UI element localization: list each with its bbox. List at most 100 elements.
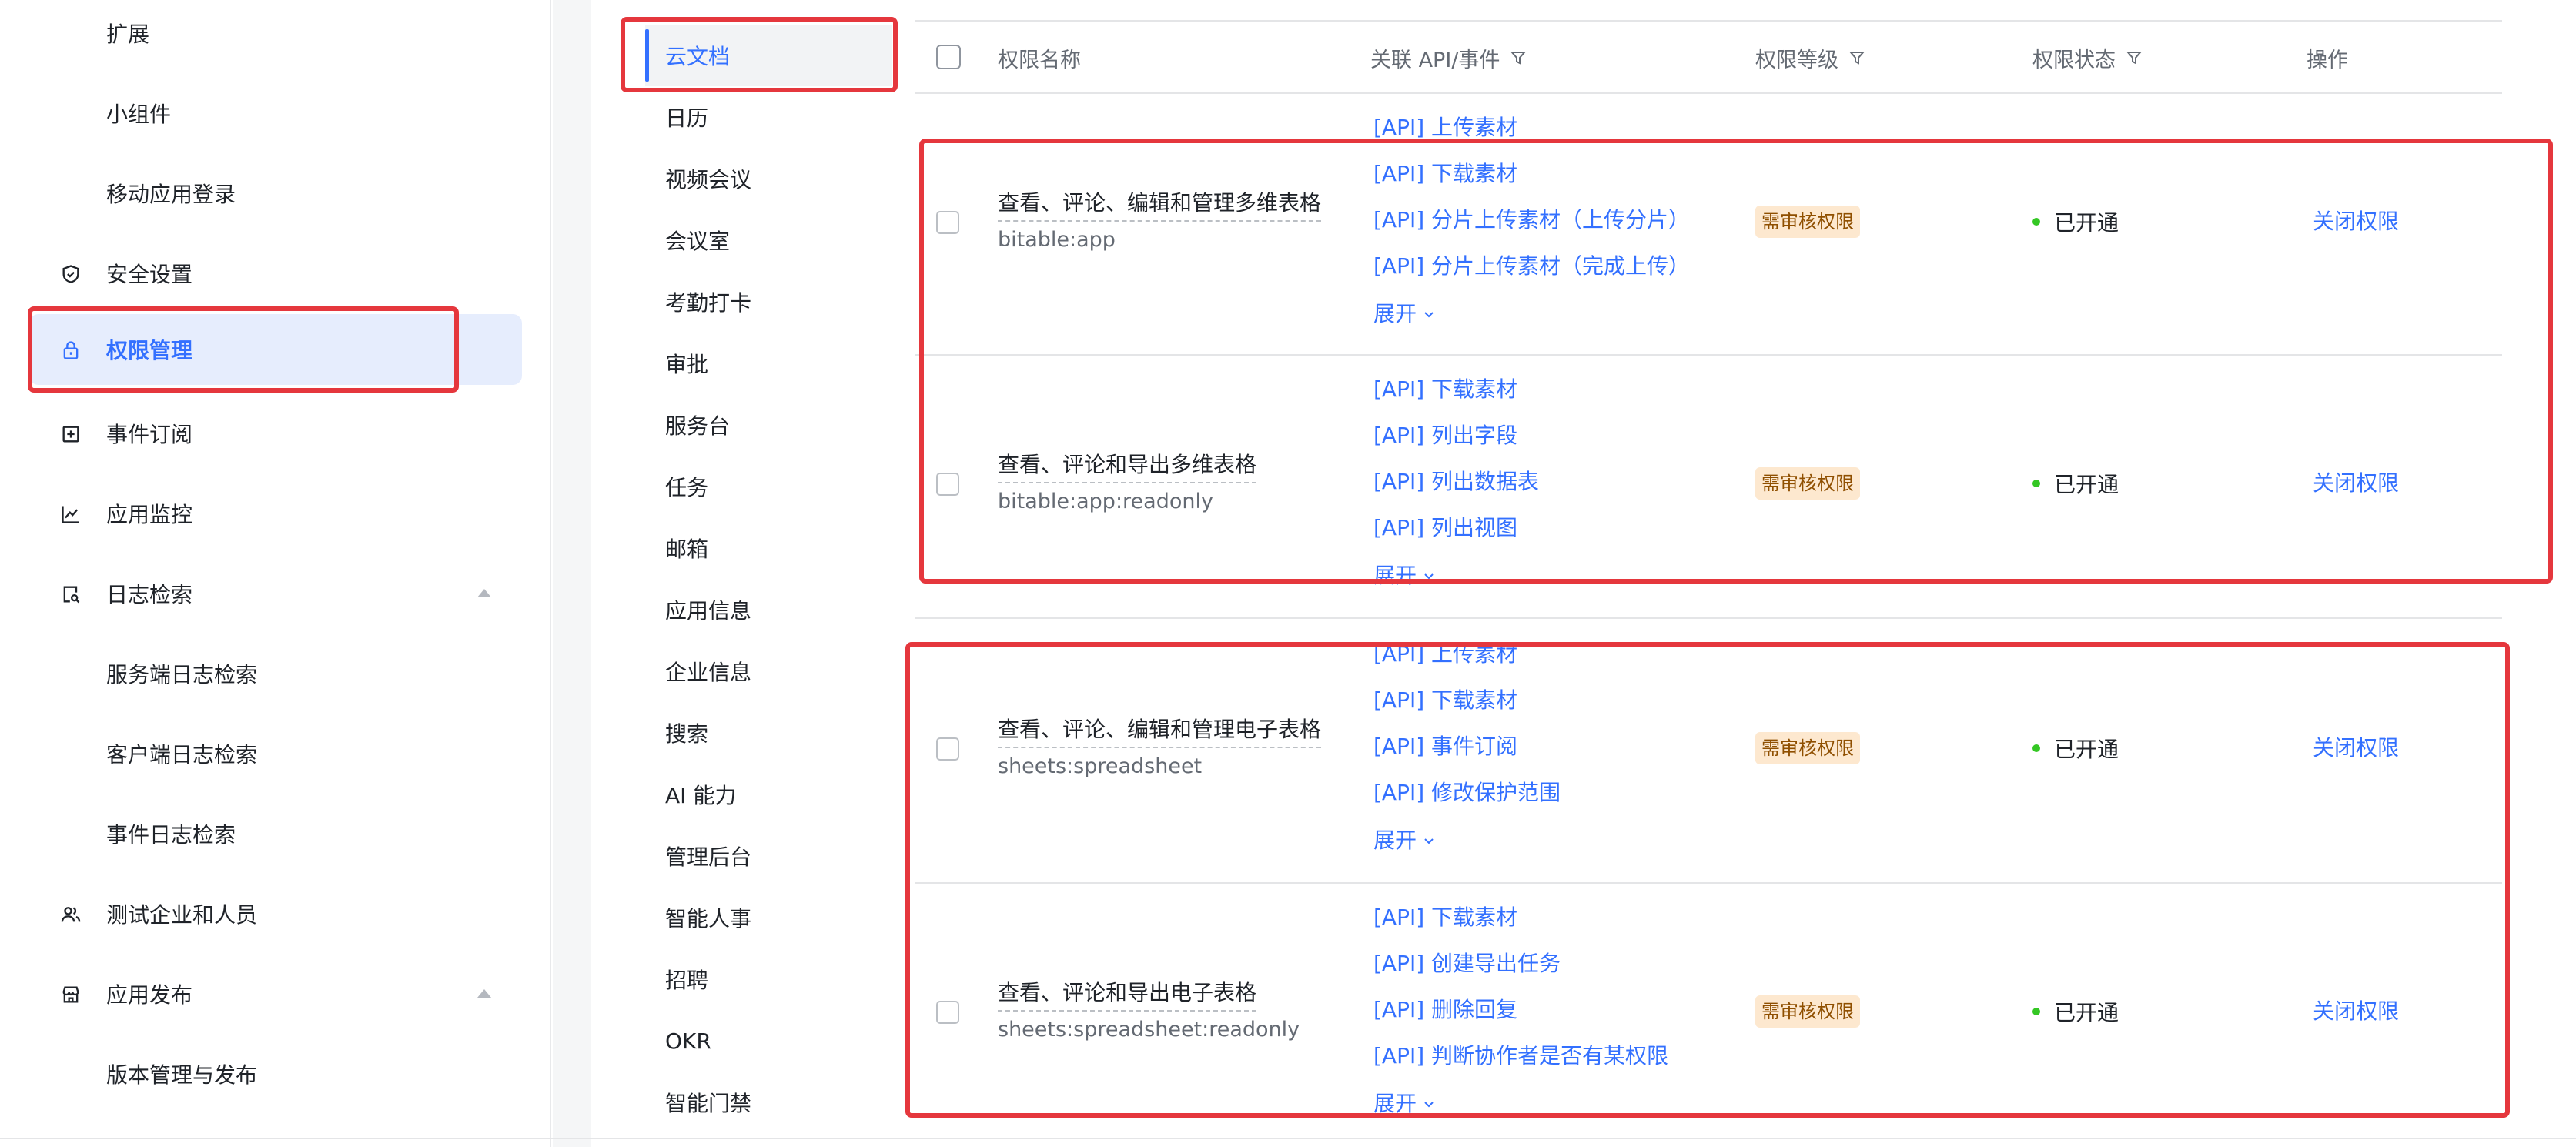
category-label: 智能人事 bbox=[665, 906, 752, 931]
select-all-checkbox[interactable] bbox=[936, 45, 961, 69]
column-header-name: 权限名称 bbox=[998, 22, 1081, 94]
category-item-smart-hr[interactable]: 智能人事 bbox=[645, 887, 892, 948]
api-link[interactable]: [API] 分片上传素材（上传分片） bbox=[1373, 197, 1690, 243]
api-link[interactable]: [API] 删除回复 bbox=[1373, 987, 1668, 1033]
api-list: [API] 上传素材 [API] 下载素材 [API] 分片上传素材（上传分片）… bbox=[1373, 105, 1690, 339]
category-item-search[interactable]: 搜索 bbox=[645, 702, 892, 764]
sidebar-item-client-log[interactable]: 客户端日志检索 bbox=[29, 718, 522, 789]
column-header-api: 关联 API/事件 bbox=[1370, 22, 1527, 94]
sidebar-item-test-users[interactable]: 测试企业和人员 bbox=[29, 878, 522, 949]
category-label: 服务台 bbox=[665, 413, 731, 439]
close-permission-button[interactable]: 关闭权限 bbox=[2313, 468, 2399, 499]
sidebar-item-label: 应用发布 bbox=[106, 982, 193, 1008]
api-link[interactable]: [API] 判断协作者是否有某权限 bbox=[1373, 1033, 1668, 1079]
column-header-label: 操作 bbox=[2307, 48, 2348, 72]
close-permission-button[interactable]: 关闭权限 bbox=[2313, 733, 2399, 764]
close-permission-button[interactable]: 关闭权限 bbox=[2313, 996, 2399, 1027]
category-item-company-info[interactable]: 企业信息 bbox=[645, 640, 892, 702]
category-item-attendance[interactable]: 考勤打卡 bbox=[645, 271, 892, 333]
sidebar-nav: 扩展 小组件 移动应用登录 安全设置 权限管理 事件订阅 应用监控 日志检索 服… bbox=[0, 0, 551, 1147]
api-link[interactable]: [API] 列出视图 bbox=[1373, 505, 1539, 551]
category-item-video-meeting[interactable]: 视频会议 bbox=[645, 148, 892, 209]
bottom-divider bbox=[0, 1138, 2576, 1139]
api-link[interactable]: [API] 下载素材 bbox=[1373, 151, 1690, 197]
row-checkbox[interactable] bbox=[936, 737, 959, 761]
category-label: 云文档 bbox=[665, 44, 731, 69]
category-item-calendar[interactable]: 日历 bbox=[645, 86, 892, 148]
category-label: 邮箱 bbox=[665, 537, 709, 562]
sidebar-item-monitoring[interactable]: 应用监控 bbox=[29, 478, 522, 549]
permission-name: 查看、评论和导出多维表格 bbox=[998, 450, 1257, 483]
filter-icon[interactable] bbox=[2125, 48, 2143, 67]
permission-level-badge: 需审核权限 bbox=[1755, 467, 1860, 500]
lock-icon bbox=[60, 339, 82, 361]
expand-button[interactable]: 展开 bbox=[1373, 1079, 1668, 1129]
category-item-smart-access[interactable]: 智能门禁 bbox=[645, 1072, 892, 1133]
permission-scope: bitable:app:readonly bbox=[998, 490, 1213, 513]
api-link[interactable]: [API] 下载素材 bbox=[1373, 366, 1539, 413]
sidebar-item-widgets[interactable]: 小组件 bbox=[29, 78, 522, 149]
sidebar-item-log-search[interactable]: 日志检索 bbox=[29, 558, 522, 629]
file-search-icon bbox=[60, 584, 82, 605]
status-label: 已开通 bbox=[2054, 472, 2119, 497]
sidebar-item-server-log[interactable]: 服务端日志检索 bbox=[29, 638, 522, 709]
filter-icon[interactable] bbox=[1848, 48, 1866, 67]
category-item-approval[interactable]: 审批 bbox=[645, 333, 892, 394]
sidebar-item-event-log[interactable]: 事件日志检索 bbox=[29, 798, 522, 869]
expand-button[interactable]: 展开 bbox=[1373, 816, 1561, 865]
chevron-down-icon bbox=[1421, 306, 1437, 322]
api-link[interactable]: [API] 列出数据表 bbox=[1373, 459, 1539, 505]
expand-button[interactable]: 展开 bbox=[1373, 551, 1539, 600]
category-item-okr[interactable]: OKR bbox=[645, 1010, 892, 1072]
category-item-ai[interactable]: AI 能力 bbox=[645, 764, 892, 825]
category-item-cloud-docs[interactable]: 云文档 bbox=[645, 25, 892, 86]
sidebar-item-security[interactable]: 安全设置 bbox=[29, 238, 522, 309]
sidebar-item-label: 客户端日志检索 bbox=[106, 742, 258, 767]
filter-icon[interactable] bbox=[1509, 48, 1527, 67]
sidebar-item-version-release[interactable]: 版本管理与发布 bbox=[29, 1038, 522, 1109]
expand-label: 展开 bbox=[1373, 301, 1417, 326]
chevron-down-icon bbox=[1421, 568, 1437, 584]
status-dot bbox=[2032, 1008, 2040, 1015]
api-link[interactable]: [API] 分片上传素材（完成上传） bbox=[1373, 243, 1690, 289]
row-checkbox[interactable] bbox=[936, 211, 959, 234]
sidebar-item-event-subscription[interactable]: 事件订阅 bbox=[29, 398, 522, 469]
sidebar-item-label: 事件订阅 bbox=[106, 422, 193, 447]
api-list: [API] 上传素材 [API] 下载素材 [API] 事件订阅 [API] 修… bbox=[1373, 631, 1561, 865]
permission-name: 查看、评论和导出电子表格 bbox=[998, 978, 1257, 1012]
api-link[interactable]: [API] 下载素材 bbox=[1373, 677, 1561, 724]
sidebar-item-extensions[interactable]: 扩展 bbox=[29, 0, 522, 69]
api-link[interactable]: [API] 上传素材 bbox=[1373, 105, 1690, 151]
column-header-label: 权限状态 bbox=[2032, 48, 2116, 72]
close-permission-button[interactable]: 关闭权限 bbox=[2313, 206, 2399, 237]
row-checkbox[interactable] bbox=[936, 473, 959, 496]
api-link[interactable]: [API] 修改保护范围 bbox=[1373, 770, 1561, 816]
category-item-helpdesk[interactable]: 服务台 bbox=[645, 394, 892, 456]
category-item-tasks[interactable]: 任务 bbox=[645, 456, 892, 517]
permission-name: 查看、评论、编辑和管理电子表格 bbox=[998, 714, 1322, 748]
collapse-caret-icon[interactable] bbox=[477, 989, 491, 998]
api-link[interactable]: [API] 下载素材 bbox=[1373, 895, 1668, 941]
category-item-meeting-room[interactable]: 会议室 bbox=[645, 209, 892, 271]
sidebar-item-label: 安全设置 bbox=[106, 262, 193, 287]
category-item-recruiting[interactable]: 招聘 bbox=[645, 948, 892, 1010]
row-checkbox[interactable] bbox=[936, 1001, 959, 1024]
permission-scope: bitable:app bbox=[998, 228, 1116, 252]
sidebar-item-app-release[interactable]: 应用发布 bbox=[29, 958, 522, 1029]
sidebar-item-permissions[interactable]: 权限管理 bbox=[29, 314, 522, 385]
column-header-label: 权限等级 bbox=[1755, 48, 1838, 72]
category-item-mailbox[interactable]: 邮箱 bbox=[645, 517, 892, 579]
collapse-caret-icon[interactable] bbox=[477, 589, 491, 597]
category-item-admin[interactable]: 管理后台 bbox=[645, 825, 892, 887]
category-item-app-info[interactable]: 应用信息 bbox=[645, 579, 892, 640]
expand-button[interactable]: 展开 bbox=[1373, 289, 1690, 339]
api-link[interactable]: [API] 事件订阅 bbox=[1373, 724, 1561, 770]
sidebar-item-mobile-login[interactable]: 移动应用登录 bbox=[29, 158, 522, 229]
expand-label: 展开 bbox=[1373, 563, 1417, 588]
table-row: 查看、评论和导出电子表格 sheets:spreadsheet:readonly… bbox=[915, 884, 2502, 1147]
api-link[interactable]: [API] 创建导出任务 bbox=[1373, 941, 1668, 987]
api-link[interactable]: [API] 列出字段 bbox=[1373, 413, 1539, 459]
line-chart-icon bbox=[60, 503, 82, 525]
sidebar-item-label: 移动应用登录 bbox=[106, 182, 236, 207]
api-link[interactable]: [API] 上传素材 bbox=[1373, 631, 1561, 677]
